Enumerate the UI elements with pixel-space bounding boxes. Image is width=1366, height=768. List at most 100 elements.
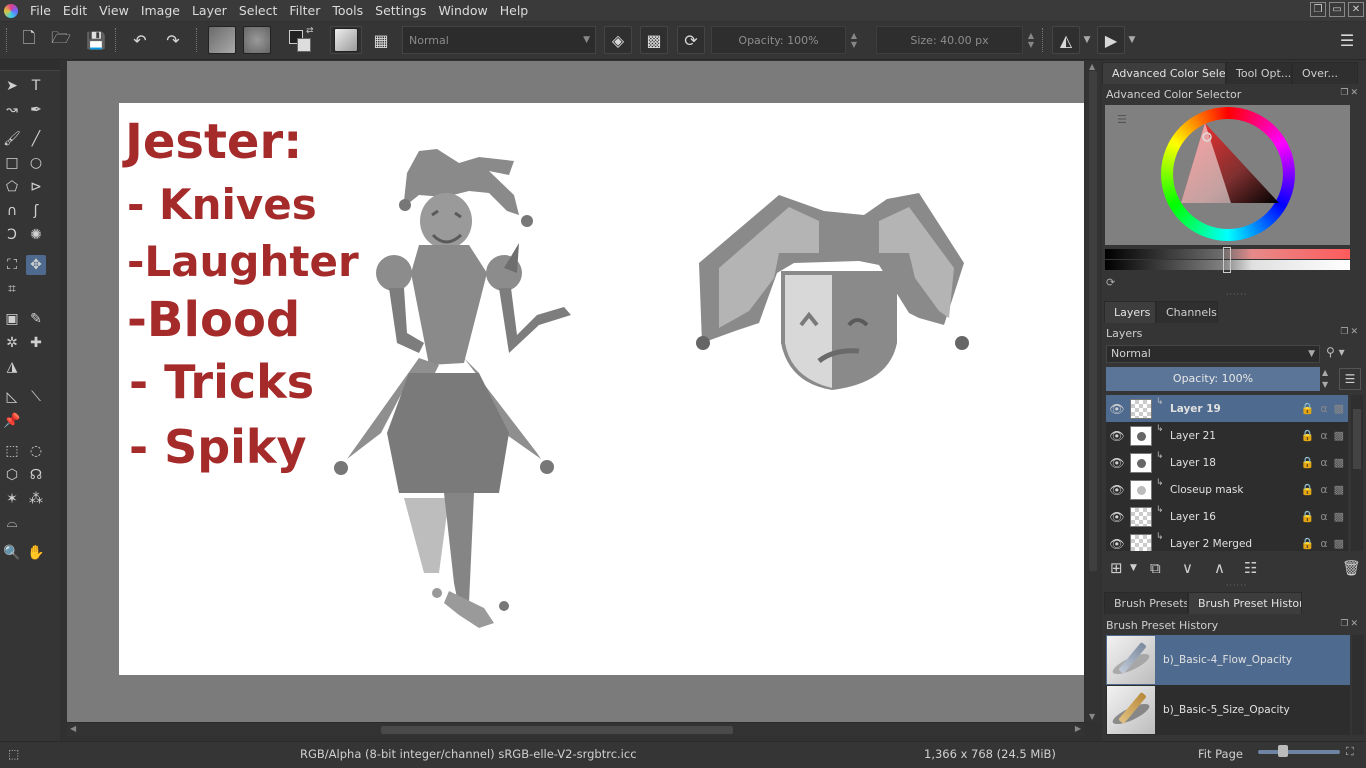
menu-help[interactable]: Help <box>494 0 535 21</box>
layer-row[interactable]: 👁 ↳ Layer 18 🔒 α ▩ <box>1106 449 1348 476</box>
fill-tool-icon[interactable]: ◮ <box>2 357 22 377</box>
mirror-horizontal-icon[interactable]: ◭ <box>1052 26 1080 54</box>
layer-row[interactable]: 👁 ↳ Layer 16 🔒 α ▩ <box>1106 503 1348 530</box>
visibility-eye-icon[interactable]: 👁 <box>1106 429 1128 443</box>
save-icon[interactable]: 💾 <box>83 26 109 54</box>
menu-window[interactable]: Window <box>432 0 493 21</box>
gradient-tool-icon[interactable]: ▣ <box>2 309 22 329</box>
bezier-tool-icon[interactable]: ∩ <box>2 201 22 221</box>
brush-history-list[interactable]: b)_Basic-4_Flow_Opacity b)_Basic-5_Size_… <box>1106 635 1350 735</box>
move-tool-icon[interactable]: ✥ <box>26 255 46 275</box>
layer-name[interactable]: Closeup mask <box>1170 484 1290 496</box>
scroll-thumb[interactable] <box>381 726 733 734</box>
layer-name[interactable]: Layer 2 Merged <box>1170 538 1290 550</box>
edit-shapes-icon[interactable]: ↝ <box>2 100 22 120</box>
alpha-lock-icon[interactable]: α <box>1320 483 1327 496</box>
tab-layers[interactable]: Layers <box>1104 301 1156 323</box>
menu-settings[interactable]: Settings <box>369 0 432 21</box>
alpha-lock-icon[interactable]: α <box>1320 537 1327 550</box>
swap-colors-icon[interactable]: ⇄ <box>306 26 314 36</box>
move-layer-down-icon[interactable]: ∨ <box>1182 559 1193 577</box>
splitter-handle[interactable]: ······ <box>1226 581 1247 590</box>
mirror-vertical-icon[interactable]: ▶ <box>1097 26 1125 54</box>
fg-bg-color-swatch[interactable]: ⇄ <box>286 26 316 54</box>
scroll-down-icon[interactable]: ▼ <box>1089 712 1095 721</box>
scroll-up-icon[interactable]: ▲ <box>1089 62 1095 71</box>
layer-name[interactable]: Layer 21 <box>1170 430 1290 442</box>
layer-properties-icon[interactable]: ☰ <box>1339 368 1361 390</box>
ramp-cursor[interactable] <box>1223 247 1231 273</box>
menu-filter[interactable]: Filter <box>283 0 326 21</box>
colorize-mask-icon[interactable]: ✲ <box>2 333 22 353</box>
polygon-select-icon[interactable]: ⬡ <box>2 465 22 485</box>
move-layer-up-icon[interactable]: ∧ <box>1214 559 1225 577</box>
layer-row[interactable]: 👁 ↳ Layer 2 Merged 🔒 α ▩ <box>1106 530 1348 551</box>
eraser-mode-icon[interactable]: ◈ <box>604 26 632 54</box>
minimize-icon[interactable]: ▭ <box>1329 2 1345 17</box>
rect-select-icon[interactable]: ⬚ <box>2 441 22 461</box>
alpha-lock-icon[interactable]: α <box>1320 456 1327 469</box>
chevron-down-icon[interactable]: ▼ <box>1127 26 1137 54</box>
ellipse-tool-icon[interactable]: ○ <box>26 153 46 173</box>
size-spin-icon[interactable]: ▲ ▼ <box>1025 26 1037 54</box>
inherit-alpha-icon[interactable]: ▩ <box>1334 483 1344 496</box>
delete-layer-icon[interactable]: 🗑 <box>1342 559 1361 577</box>
opacity-slider[interactable]: Opacity: 100% <box>711 26 846 54</box>
menu-tools[interactable]: Tools <box>326 0 369 21</box>
brush-scrollbar[interactable] <box>1352 635 1364 735</box>
refresh-icon[interactable]: ⟳ <box>1106 276 1115 289</box>
freehand-path-icon[interactable]: ʃ <box>26 201 46 221</box>
contiguous-select-icon[interactable]: ✶ <box>2 489 22 509</box>
assistant-tool-icon[interactable]: ◺ <box>2 387 22 407</box>
selection-icon[interactable]: ⬚ <box>8 747 19 761</box>
open-folder-icon[interactable]: 🗁 <box>48 26 74 54</box>
reload-preset-icon[interactable]: ⟳ <box>677 26 705 54</box>
layers-list[interactable]: 👁 ↳ Layer 19 🔒 α ▩ 👁 ↳ Layer 21 🔒 α ▩ 👁 ↳ La… <box>1106 395 1348 551</box>
pattern-preset-button[interactable] <box>243 26 271 54</box>
lock-icon[interactable]: 🔒 <box>1301 537 1315 550</box>
close-icon[interactable]: ✕ <box>1348 2 1364 17</box>
text-tool-icon[interactable]: T <box>26 76 46 96</box>
scroll-left-icon[interactable]: ◀ <box>70 724 76 733</box>
menu-edit[interactable]: Edit <box>57 0 93 21</box>
multibrush-icon[interactable]: ✺ <box>26 225 46 245</box>
opacity-spin-icon[interactable]: ▲ ▼ <box>1322 367 1334 391</box>
inherit-alpha-icon[interactable]: ▩ <box>1334 510 1344 523</box>
panel-float-close-icon[interactable]: ❐✕ <box>1340 619 1360 629</box>
panel-float-close-icon[interactable]: ❐✕ <box>1340 327 1360 337</box>
tab-advanced-color-selector[interactable]: Advanced Color Sele... <box>1102 62 1226 84</box>
alpha-lock-icon[interactable]: α <box>1320 510 1327 523</box>
filter-icon[interactable]: ⚲ ▾ <box>1326 345 1360 363</box>
smart-patch-icon[interactable]: ✚ <box>26 333 46 353</box>
zoom-fit-icon[interactable]: ⛶ <box>1346 745 1354 759</box>
select-shapes-icon[interactable]: ➤ <box>2 76 22 96</box>
horizontal-scrollbar[interactable]: ◀ ▶ <box>67 722 1084 736</box>
menu-file[interactable]: File <box>24 0 57 21</box>
add-layer-icon[interactable]: ⊞ <box>1110 559 1123 577</box>
dynamic-brush-icon[interactable]: Ↄ <box>2 225 22 245</box>
menu-layer[interactable]: Layer <box>186 0 233 21</box>
inherit-alpha-icon[interactable]: ▩ <box>1334 429 1344 442</box>
color-picker-icon[interactable]: ✎ <box>26 309 46 329</box>
polygon-tool-icon[interactable]: ⬠ <box>2 177 22 197</box>
visibility-eye-icon[interactable]: 👁 <box>1106 402 1128 416</box>
transform-tool-icon[interactable]: ⛶ <box>2 255 22 275</box>
layer-row[interactable]: 👁 ↳ Layer 21 🔒 α ▩ <box>1106 422 1348 449</box>
chevron-down-icon[interactable]: ▼ <box>1082 26 1092 54</box>
layer-name[interactable]: Layer 19 <box>1170 403 1290 415</box>
brush-preset-item[interactable]: b)_Basic-5_Size_Opacity <box>1106 685 1350 735</box>
lock-icon[interactable]: 🔒 <box>1301 510 1315 523</box>
lock-icon[interactable]: 🔒 <box>1301 429 1315 442</box>
new-document-icon[interactable]: 🗋 <box>16 26 42 54</box>
ellipse-select-icon[interactable]: ◌ <box>26 441 46 461</box>
tab-overview[interactable]: Over... <box>1292 62 1358 84</box>
inherit-alpha-icon[interactable]: ▩ <box>1334 456 1344 469</box>
zoom-slider-handle[interactable] <box>1278 745 1288 757</box>
zoom-slider[interactable] <box>1258 750 1340 754</box>
undo-icon[interactable]: ↶ <box>127 26 153 54</box>
visibility-eye-icon[interactable]: 👁 <box>1106 510 1128 524</box>
chevron-down-icon[interactable]: ▼ <box>1130 563 1137 573</box>
preserve-alpha-icon[interactable]: ▩ <box>640 26 668 54</box>
scroll-thumb[interactable] <box>1089 71 1097 571</box>
lock-icon[interactable]: 🔒 <box>1301 483 1315 496</box>
